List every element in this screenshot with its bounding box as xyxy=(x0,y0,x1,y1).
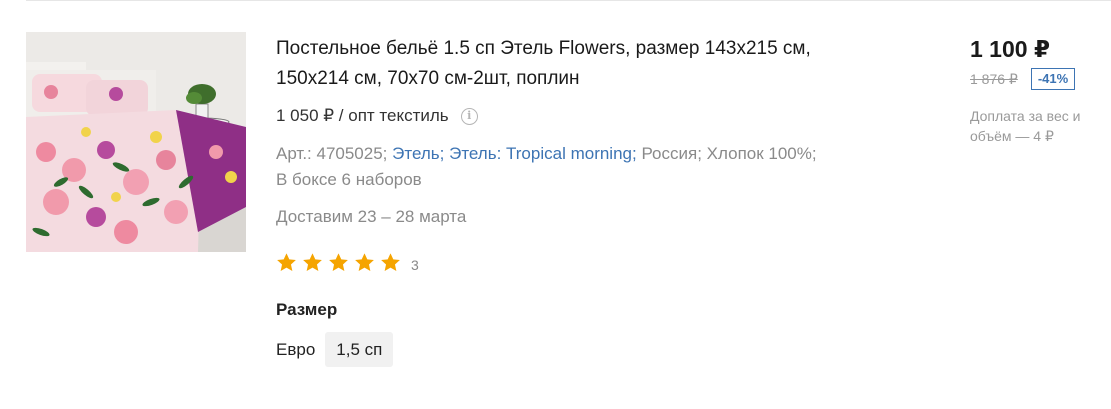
star-icon xyxy=(277,253,296,271)
product-meta: Арт.: 4705025; Этель; Этель: Tropical mo… xyxy=(276,141,876,193)
old-price-row: 1 876 ₽ -41% xyxy=(970,68,1076,90)
current-price: 1 100 ₽ xyxy=(970,36,1050,62)
info-icon[interactable]: i xyxy=(460,107,478,125)
star-icon xyxy=(303,253,322,271)
brand-link[interactable]: Этель; xyxy=(392,144,444,163)
article-number: Арт.: 4705025; xyxy=(276,144,388,163)
star-icon xyxy=(381,253,400,271)
size-option-euro[interactable]: Евро xyxy=(276,332,325,367)
country-text: Россия; xyxy=(641,144,702,163)
box-quantity-text: В боксе 6 наборов xyxy=(276,170,422,189)
star-icon xyxy=(329,253,348,271)
size-options: Евро 1,5 сп xyxy=(276,332,394,367)
star-icon xyxy=(355,253,374,271)
rating-stars xyxy=(276,252,406,273)
size-option-1-5[interactable]: 1,5 сп xyxy=(325,332,394,367)
discount-badge: -41% xyxy=(1030,68,1076,90)
wholesale-price-text: 1 050 ₽ / опт текстиль xyxy=(276,106,449,125)
top-divider xyxy=(26,0,1111,1)
bedding-photo xyxy=(26,32,246,252)
size-label: Размер xyxy=(276,300,338,319)
product-image[interactable] xyxy=(26,32,246,252)
old-price: 1 876 ₽ xyxy=(970,70,1018,87)
material-text: Хлопок 100%; xyxy=(706,144,817,163)
rating-count[interactable]: 3 xyxy=(411,257,419,273)
wholesale-price: 1 050 ₽ / опт текстиль i xyxy=(276,103,478,129)
surcharge-note: Доплата за вес и объём — 4 ₽ xyxy=(970,108,1081,144)
delivery-dates: Доставим 23 – 28 марта xyxy=(276,207,467,226)
rating[interactable]: 3 xyxy=(276,252,419,273)
product-title[interactable]: Постельное бельё 1.5 сп Этель Flowers, р… xyxy=(276,34,876,94)
series-link[interactable]: Этель: Tropical morning; xyxy=(449,144,637,163)
